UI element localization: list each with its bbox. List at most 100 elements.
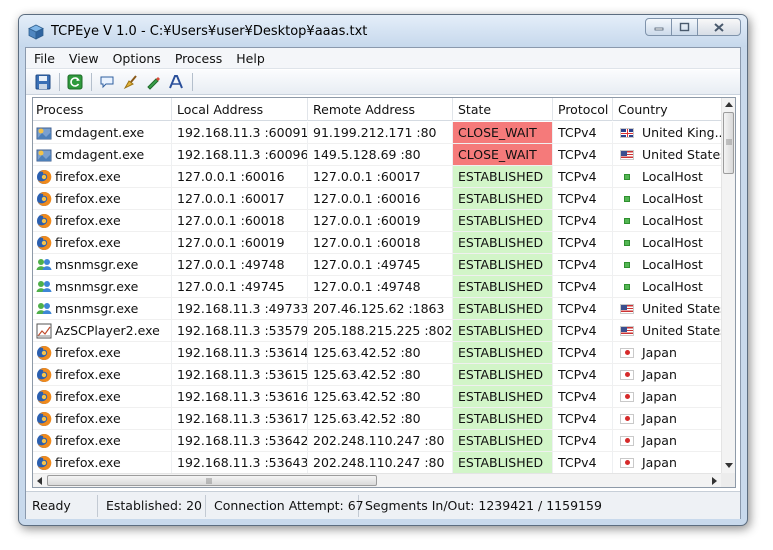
country-cell: LocalHost — [613, 254, 723, 275]
remote-address-cell: 125.63.42.52 :80 — [308, 386, 453, 407]
country-cell: Japan — [613, 430, 723, 451]
process-name: cmdagent.exe — [55, 125, 145, 140]
remote-address-cell: 202.248.110.247 :80 — [308, 452, 453, 473]
process-name: cmdagent.exe — [55, 147, 145, 162]
firefox-icon — [37, 191, 52, 206]
table-row[interactable]: firefox.exe 192.168.11.3 :53642 202.248.11… — [33, 430, 723, 452]
japan-flag-icon — [620, 457, 634, 468]
process-name: firefox.exe — [55, 455, 121, 470]
refresh-button[interactable] — [64, 72, 86, 92]
state-cell: ESTABLISHED — [453, 408, 553, 429]
country-name: Japan — [642, 389, 677, 404]
refresh-icon — [67, 74, 83, 90]
vertical-scrollbar[interactable] — [721, 98, 735, 473]
close-icon — [714, 22, 724, 32]
column-header-state[interactable]: State — [453, 98, 553, 121]
country-cell: LocalHost — [613, 276, 723, 297]
close-button[interactable] — [697, 18, 741, 36]
table-row[interactable]: cmdagent.exe 192.168.11.3 :60091 91.199.21… — [33, 122, 723, 144]
localhost-flag-icon — [624, 217, 630, 224]
remote-address-cell: 127.0.0.1 :49745 — [308, 254, 453, 275]
state-cell: ESTABLISHED — [453, 430, 553, 451]
state-cell: ESTABLISHED — [453, 452, 553, 473]
comment-icon — [100, 76, 114, 89]
table-row[interactable]: cmdagent.exe 192.168.11.3 :60096 149.5.128… — [33, 144, 723, 166]
state-cell: ESTABLISHED — [453, 276, 553, 297]
table-row[interactable]: firefox.exe 192.168.11.3 :53614 125.63.42.… — [33, 342, 723, 364]
font-button[interactable] — [165, 72, 187, 92]
connection-list[interactable]: Process Local Address Remote Address Sta… — [32, 97, 736, 488]
column-header-local-address[interactable]: Local Address — [172, 98, 308, 121]
minimize-button[interactable] — [645, 18, 672, 36]
edit-button[interactable] — [142, 72, 164, 92]
firefox-icon — [37, 367, 52, 382]
table-row[interactable]: firefox.exe 127.0.0.1 :60018 127.0.0.1 :60… — [33, 210, 723, 232]
table-row[interactable]: AzSCPlayer2.exe 192.168.11.3 :53579 205.18… — [33, 320, 723, 342]
table-row[interactable]: firefox.exe 192.168.11.3 :53617 125.63.42.… — [33, 408, 723, 430]
firefox-icon — [37, 169, 52, 184]
toolbar — [26, 70, 740, 95]
column-header-country[interactable]: Country — [613, 98, 723, 121]
save-icon — [35, 74, 51, 90]
protocol-cell: TCPv4 — [553, 122, 613, 143]
remote-address-cell: 91.199.212.171 :80 — [308, 122, 453, 143]
scroll-up-icon[interactable] — [725, 102, 733, 108]
vertical-scroll-thumb[interactable] — [723, 112, 734, 174]
title-bar[interactable]: TCPEye V 1.0 - C:¥Users¥user¥Desktop¥aaa… — [19, 15, 747, 47]
country-cell: United King... — [613, 122, 723, 143]
column-header-remote-address[interactable]: Remote Address — [308, 98, 453, 121]
save-button[interactable] — [32, 72, 54, 92]
country-name: Japan — [642, 367, 677, 382]
menu-file[interactable]: File — [26, 51, 62, 66]
process-cell: msnmsgr.exe — [33, 298, 172, 319]
table-row[interactable]: firefox.exe 192.168.11.3 :53615 125.63.42.… — [33, 364, 723, 386]
scroll-right-icon[interactable] — [712, 477, 718, 485]
country-cell: United States — [613, 320, 723, 341]
list-header: Process Local Address Remote Address Sta… — [33, 98, 723, 121]
horizontal-scrollbar[interactable] — [33, 473, 723, 487]
menu-process[interactable]: Process — [168, 51, 229, 66]
state-cell: ESTABLISHED — [453, 364, 553, 385]
column-header-process[interactable]: Process — [33, 98, 172, 121]
msn-messenger-icon — [36, 258, 52, 270]
table-row[interactable]: firefox.exe 127.0.0.1 :60017 127.0.0.1 :60… — [33, 188, 723, 210]
table-row[interactable]: msnmsgr.exe 192.168.11.3 :49733 207.46.125… — [33, 298, 723, 320]
protocol-cell: TCPv4 — [553, 166, 613, 187]
table-row[interactable]: firefox.exe 192.168.11.3 :53616 125.63.42.… — [33, 386, 723, 408]
scroll-left-icon[interactable] — [37, 477, 43, 485]
process-cell: firefox.exe — [33, 166, 172, 187]
toolbar-separator — [192, 73, 193, 91]
menu-view[interactable]: View — [62, 51, 106, 66]
table-row[interactable]: firefox.exe 127.0.0.1 :60019 127.0.0.1 :60… — [33, 232, 723, 254]
state-cell: ESTABLISHED — [453, 232, 553, 253]
table-row[interactable]: firefox.exe 192.168.11.3 :53643 202.248.11… — [33, 452, 723, 474]
menu-options[interactable]: Options — [106, 51, 168, 66]
firefox-icon — [37, 235, 52, 250]
maximize-button[interactable] — [671, 18, 698, 36]
uk-flag-icon — [620, 127, 634, 138]
process-cell: cmdagent.exe — [33, 122, 172, 143]
local-address-cell: 192.168.11.3 :60091 — [172, 122, 308, 143]
comment-button[interactable] — [96, 72, 118, 92]
process-cell: firefox.exe — [33, 364, 172, 385]
table-row[interactable]: msnmsgr.exe 127.0.0.1 :49748 127.0.0.1 :49… — [33, 254, 723, 276]
country-name: Japan — [642, 433, 677, 448]
horizontal-scroll-thumb[interactable] — [47, 475, 377, 486]
list-rows: cmdagent.exe 192.168.11.3 :60091 91.199.21… — [33, 122, 723, 474]
country-name: LocalHost — [642, 235, 703, 250]
process-cell: firefox.exe — [33, 342, 172, 363]
scroll-down-icon[interactable] — [725, 463, 733, 469]
remote-address-cell: 202.248.110.247 :80 — [308, 430, 453, 451]
country-cell: Japan — [613, 342, 723, 363]
table-row[interactable]: firefox.exe 127.0.0.1 :60016 127.0.0.1 :60… — [33, 166, 723, 188]
firefox-icon — [37, 455, 52, 470]
menu-help[interactable]: Help — [229, 51, 272, 66]
clean-button[interactable] — [119, 72, 141, 92]
local-address-cell: 127.0.0.1 :60019 — [172, 232, 308, 253]
country-cell: LocalHost — [613, 188, 723, 209]
maximize-icon — [679, 22, 690, 32]
table-row[interactable]: msnmsgr.exe 127.0.0.1 :49745 127.0.0.1 :49… — [33, 276, 723, 298]
country-cell: LocalHost — [613, 166, 723, 187]
localhost-flag-icon — [624, 261, 630, 268]
column-header-protocol[interactable]: Protocol — [553, 98, 613, 121]
